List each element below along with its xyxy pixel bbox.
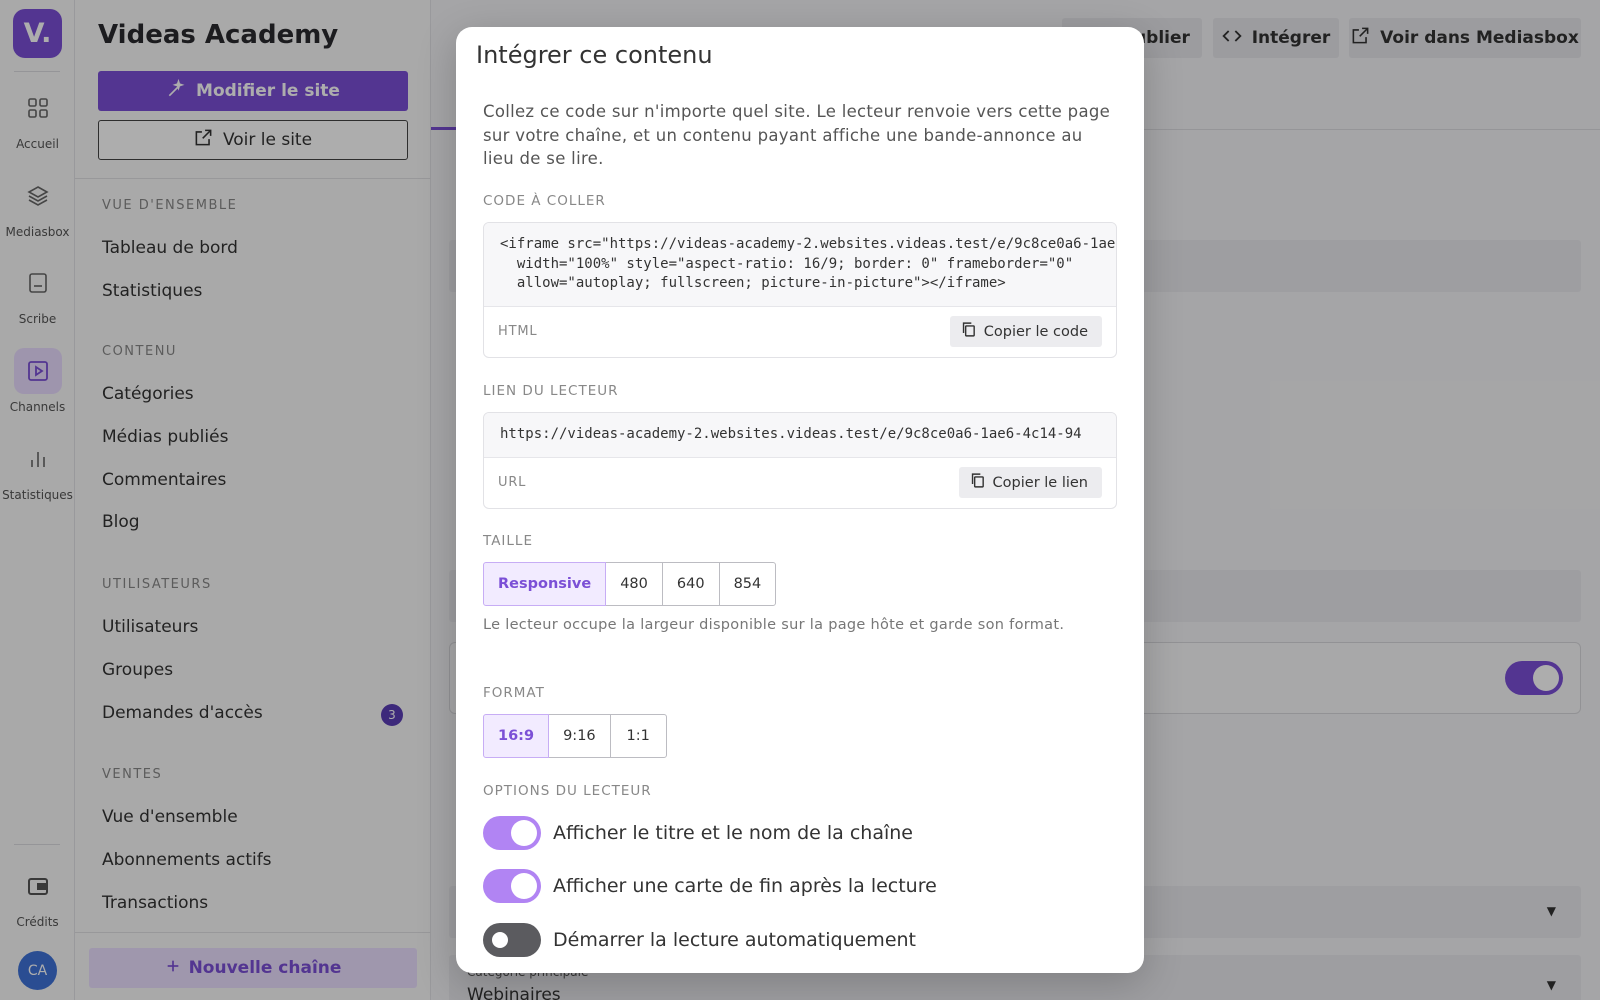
size-option-responsive[interactable]: Responsive [483, 562, 607, 606]
copy-link-label: Copier le lien [992, 474, 1088, 491]
option-end-card[interactable]: Afficher une carte de fin après la lectu… [483, 869, 937, 903]
copy-code-label: Copier le code [983, 323, 1088, 340]
code-label: CODE À COLLER [483, 193, 606, 209]
player-options-label: OPTIONS DU LECTEUR [483, 783, 652, 799]
embed-modal: Intégrer ce contenu Collez ce code sur n… [456, 27, 1144, 973]
size-hint: Le lecteur occupe la largeur disponible … [483, 617, 1065, 633]
link-label: LIEN DU LECTEUR [483, 383, 619, 399]
option-label: Afficher le titre et le nom de la chaîne [553, 822, 913, 844]
size-option-640[interactable]: 640 [661, 562, 720, 606]
link-type-label: URL [498, 475, 527, 490]
embed-code-box: <iframe src="https://videas-academy-2.we… [483, 222, 1117, 358]
option-show-title[interactable]: Afficher le titre et le nom de la chaîne [483, 816, 913, 850]
format-option-16-9[interactable]: 16:9 [483, 714, 550, 758]
end-card-toggle[interactable] [483, 869, 541, 903]
modal-title: Intégrer ce contenu [476, 41, 713, 69]
option-label: Démarrer la lecture automatiquement [553, 929, 916, 951]
format-label: FORMAT [483, 685, 545, 701]
format-option-1-1[interactable]: 1:1 [609, 714, 667, 758]
player-link[interactable]: https://videas-academy-2.websites.videas… [484, 413, 1116, 458]
modal-intro: Collez ce code sur n'importe quel site. … [483, 102, 1111, 168]
player-link-box: https://videas-academy-2.websites.videas… [483, 412, 1117, 509]
code-footer: HTML Copier le code [484, 307, 1116, 357]
autoplay-toggle[interactable] [483, 923, 541, 957]
copy-code-button[interactable]: Copier le code [949, 316, 1102, 347]
embed-code[interactable]: <iframe src="https://videas-academy-2.we… [484, 223, 1116, 307]
copy-link-button[interactable]: Copier le lien [958, 467, 1102, 498]
copy-icon [969, 472, 986, 493]
link-footer: URL Copier le lien [484, 458, 1116, 508]
size-option-480[interactable]: 480 [605, 562, 663, 606]
show-title-toggle[interactable] [483, 816, 541, 850]
format-selector: 16:9 9:16 1:1 [483, 714, 667, 758]
copy-icon [960, 321, 977, 342]
size-label: TAILLE [483, 533, 533, 549]
format-option-9-16[interactable]: 9:16 [548, 714, 611, 758]
option-autoplay[interactable]: Démarrer la lecture automatiquement [483, 923, 916, 957]
option-label: Afficher une carte de fin après la lectu… [553, 875, 937, 897]
code-type-label: HTML [498, 324, 538, 339]
size-option-854[interactable]: 854 [718, 562, 777, 606]
size-selector: Responsive 480 640 854 [483, 562, 777, 606]
